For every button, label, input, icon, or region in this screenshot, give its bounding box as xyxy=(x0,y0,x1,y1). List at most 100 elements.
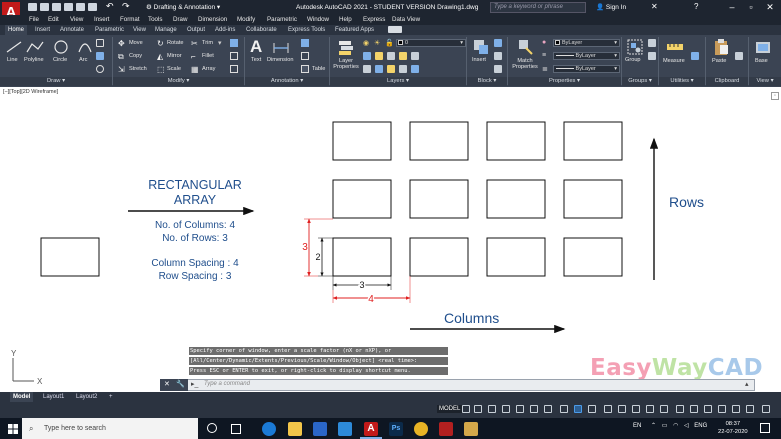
array-rectangle[interactable] xyxy=(486,121,546,161)
annotation-panel-title[interactable]: Annotation ▾ xyxy=(245,77,329,86)
tab-add-ins[interactable]: Add-ins xyxy=(215,25,235,35)
chevron-up-icon[interactable]: ▴ xyxy=(745,380,749,388)
layer-freeze-icon[interactable] xyxy=(387,52,395,60)
new-icon[interactable] xyxy=(28,3,37,11)
menu-draw[interactable]: Draw xyxy=(173,15,187,25)
tab-layout1[interactable]: Layout1 xyxy=(40,392,67,402)
array-rectangle[interactable] xyxy=(486,237,546,277)
source-rectangle[interactable] xyxy=(40,237,100,277)
task-view-icon[interactable] xyxy=(231,424,241,434)
sign-in-button[interactable]: 👤 Sign In xyxy=(596,2,626,13)
transparency-icon[interactable] xyxy=(604,405,612,413)
clean-screen-icon[interactable] xyxy=(732,405,740,413)
array-rectangle[interactable] xyxy=(409,121,469,161)
explode-icon[interactable] xyxy=(230,52,238,60)
menu-insert[interactable]: Insert xyxy=(94,15,109,25)
layer-merge-icon[interactable] xyxy=(411,65,419,73)
linetype-dropdown[interactable]: ByLayer ▾ xyxy=(553,65,620,73)
plot-icon[interactable] xyxy=(88,3,97,11)
array-button[interactable]: Array xyxy=(202,66,215,72)
wrench-icon[interactable]: 🔧 xyxy=(176,380,185,388)
close-icon[interactable]: ✕ xyxy=(164,380,170,388)
isodraft-icon[interactable] xyxy=(544,405,552,413)
notification-icon[interactable] xyxy=(760,423,770,433)
insert-block-icon[interactable] xyxy=(472,38,490,56)
edit-block-icon[interactable] xyxy=(494,52,502,60)
grid-icon[interactable] xyxy=(462,405,470,413)
annotation-scale-icon[interactable] xyxy=(646,405,654,413)
save-as-icon[interactable] xyxy=(64,3,73,11)
polyline-icon[interactable] xyxy=(26,40,44,54)
tab-express-tools[interactable]: Express Tools xyxy=(288,25,325,35)
clipboard-panel-title[interactable]: Clipboard xyxy=(706,77,748,86)
tab-parametric[interactable]: Parametric xyxy=(95,25,124,35)
tab-collaborate[interactable]: Collaborate xyxy=(246,25,277,35)
array-rectangle[interactable] xyxy=(332,121,392,161)
menu-view[interactable]: View xyxy=(70,15,83,25)
ungroup-icon[interactable] xyxy=(648,39,656,47)
layer-iso-icon[interactable] xyxy=(375,52,383,60)
color-dropdown[interactable]: ByLayer ▾ xyxy=(553,39,620,47)
help-icon[interactable]: ? xyxy=(694,2,698,11)
layers-panel-title[interactable]: Layers ▾ xyxy=(330,77,466,86)
tab-layout2[interactable]: Layout2 xyxy=(73,392,100,402)
tray-language[interactable]: EN xyxy=(633,423,641,429)
volume-icon[interactable]: ◁ xyxy=(684,423,689,429)
autocad-taskbar-icon[interactable]: A xyxy=(364,422,378,436)
layer-unisolate-icon[interactable] xyxy=(375,65,383,73)
minimize-button[interactable]: – xyxy=(724,1,740,13)
copy-clip-icon[interactable] xyxy=(735,52,743,60)
object-snap-icon[interactable] xyxy=(574,405,582,413)
scale-button[interactable]: Scale xyxy=(167,66,181,72)
tab-model[interactable]: Model xyxy=(10,392,34,402)
offset-icon[interactable] xyxy=(230,65,238,73)
menu-format[interactable]: Format xyxy=(120,15,140,25)
quick-calc-icon[interactable] xyxy=(691,52,699,60)
lineweight-dropdown[interactable]: ByLayer ▾ xyxy=(553,52,620,60)
hardware-acceleration-icon[interactable] xyxy=(718,405,726,413)
group-icon[interactable] xyxy=(626,38,644,56)
viewport-controls[interactable]: [−][Top][2D Wireframe] xyxy=(3,89,58,95)
command-input[interactable]: Type a command xyxy=(204,381,250,387)
table-icon[interactable] xyxy=(301,65,309,73)
ortho-icon[interactable] xyxy=(516,405,524,413)
array-rectangle[interactable] xyxy=(486,179,546,219)
array-rectangle[interactable] xyxy=(563,179,623,219)
array-rectangle[interactable] xyxy=(563,121,623,161)
app-icon[interactable] xyxy=(464,422,478,436)
trim-button[interactable]: Trim xyxy=(202,40,213,46)
windows-start-icon[interactable] xyxy=(8,424,18,434)
match-properties-icon[interactable] xyxy=(516,38,534,56)
properties-panel-title[interactable]: Properties ▾ xyxy=(508,77,621,86)
ribbon-minimize-icon[interactable] xyxy=(388,26,402,33)
modify-panel-title[interactable]: Modify ▾ xyxy=(113,77,244,86)
menu-data-view[interactable]: Data View xyxy=(392,15,420,25)
taskbar-clock[interactable]: 08:37 22-07-2020 xyxy=(718,420,748,436)
model-space-toggle[interactable]: MODEL xyxy=(437,405,463,413)
menu-modify[interactable]: Modify xyxy=(237,15,255,25)
keyboard-language[interactable]: ENG xyxy=(694,423,707,429)
snap-icon[interactable] xyxy=(474,405,482,413)
file-explorer-icon[interactable] xyxy=(288,422,302,436)
copy-button[interactable]: Copy xyxy=(129,53,142,59)
cortana-icon[interactable] xyxy=(207,423,217,433)
groups-panel-title[interactable]: Groups ▾ xyxy=(622,77,658,86)
mail-icon[interactable] xyxy=(338,422,352,436)
tab-annotate[interactable]: Annotate xyxy=(60,25,84,35)
base-view-icon[interactable] xyxy=(754,38,772,56)
share-icon[interactable] xyxy=(76,3,85,11)
tab-manage[interactable]: Manage xyxy=(155,25,177,35)
undo-icon[interactable]: ↶ xyxy=(106,1,114,12)
move-button[interactable]: Move xyxy=(129,40,143,46)
infer-icon[interactable] xyxy=(488,405,496,413)
menu-icon[interactable] xyxy=(762,405,770,413)
wifi-icon[interactable]: ◠ xyxy=(673,423,678,429)
workspace-selector[interactable]: ⚙ Drafting & Annotation ▾ xyxy=(146,2,240,13)
layer-off-icon[interactable] xyxy=(399,52,407,60)
array-rectangle[interactable] xyxy=(563,237,623,277)
taskbar-search-input[interactable]: Type here to search xyxy=(22,418,198,439)
workspace-switch-icon[interactable] xyxy=(660,405,668,413)
plus-icon[interactable] xyxy=(690,405,698,413)
utilities-panel-title[interactable]: Utilities ▾ xyxy=(659,77,705,86)
line-icon[interactable] xyxy=(6,40,22,54)
